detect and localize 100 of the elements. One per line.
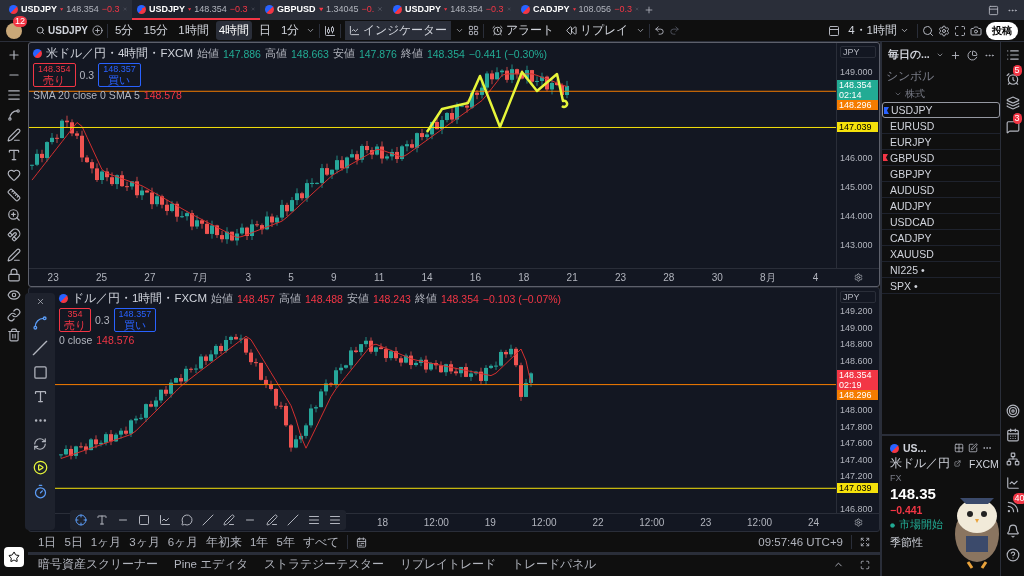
comment-icon[interactable] [180,514,193,526]
layers-icon[interactable] [1005,96,1020,110]
refresh-icon[interactable] [33,437,47,451]
watchlist-title[interactable]: 毎日の... [888,48,930,62]
trash-icon[interactable] [7,328,21,342]
edit-icon[interactable] [968,443,978,453]
candlestick-icon[interactable] [324,24,337,37]
chevron-down-icon[interactable] [455,26,465,35]
text-icon[interactable] [7,148,21,162]
watchlist-row[interactable]: SPX • [882,278,1000,294]
add-symbol-icon[interactable] [92,25,103,36]
watchlist-row[interactable]: AUDJPY [882,198,1000,214]
line-icon[interactable] [32,340,48,356]
watchlist-row[interactable]: GBPUSD [882,150,1000,166]
lines-icon[interactable] [7,88,21,102]
favorites-button[interactable] [4,547,24,567]
sell-button[interactable]: 354 売り [59,308,91,332]
chevron-down-icon[interactable] [306,26,316,35]
magnet-icon[interactable] [7,228,21,242]
watchlist-row[interactable]: CADJPY [882,230,1000,246]
interval-button[interactable]: 15分 [140,21,172,40]
grid-icon[interactable] [468,25,480,36]
timer-icon[interactable] [32,484,48,499]
watchlist-row[interactable]: GBPJPY [882,166,1000,182]
panel-tab[interactable]: Pine エディタ [174,557,249,572]
range-button[interactable]: 年初来 [206,534,243,550]
calendar-icon[interactable] [1005,428,1020,442]
eye-icon[interactable] [7,288,21,302]
panel-tab[interactable]: 暗号資産スクリーナー [38,557,158,572]
buy-button[interactable]: 148.357 買い [113,308,157,332]
watchlist-row[interactable]: USDCAD [882,214,1000,230]
layout-icon[interactable] [828,24,841,37]
curve-icon[interactable] [32,315,48,331]
currency-dropdown[interactable]: JPY [840,46,876,58]
fib-icon[interactable] [308,514,320,526]
interval-button[interactable]: 1時間 [175,21,212,40]
panel-tab[interactable]: リプレイトレード [400,557,497,572]
range-button[interactable]: すべて [302,534,339,550]
line-icon[interactable] [201,514,214,526]
watchlist-row[interactable]: XAUUSD [882,246,1000,262]
interval-button[interactable]: 4時間 [215,21,253,40]
heart-icon[interactable] [7,168,21,182]
date-range-icon[interactable] [355,536,367,548]
crosshair-icon[interactable] [74,514,87,526]
bell-icon[interactable] [1005,524,1020,538]
range-button[interactable]: 6ヶ月 [167,534,199,550]
range-button[interactable]: 1ヶ月 [90,534,122,550]
expand-icon[interactable] [860,537,870,547]
panel-tab[interactable]: ストラテジーテスター [264,557,385,572]
range-button[interactable]: 1日 [38,534,57,550]
brush-icon[interactable] [7,128,21,142]
range-button[interactable]: 5日 [64,534,83,550]
watchlist-row[interactable]: AUDUSD [882,182,1000,198]
text-icon[interactable] [95,514,108,526]
crosshair-icon[interactable] [7,48,21,62]
range-button[interactable]: 5年 [276,534,295,550]
play-icon[interactable] [32,460,48,475]
chevron-down-icon[interactable] [935,51,944,59]
indicators-button[interactable]: インジケーター [345,21,452,40]
watchlist-icon[interactable] [1005,48,1020,62]
chart-icon[interactable] [1005,476,1020,490]
path-icon[interactable] [159,514,172,526]
symbol-tab[interactable]: USDJPY 148.354 −0.3 [388,0,516,20]
interval-button[interactable]: 1分 [278,21,303,40]
pattern-icon[interactable] [7,108,21,122]
sell-button[interactable]: 148.354 売り [33,63,76,87]
link-icon[interactable] [7,308,21,322]
watchlist-row[interactable]: USDJPY [882,102,1000,118]
pen-icon[interactable] [265,514,278,526]
external-link-icon[interactable] [954,460,961,467]
watchlist-row[interactable]: EURJPY [882,134,1000,150]
add-icon[interactable] [949,49,961,61]
grid-icon[interactable] [954,443,964,453]
rectangle-icon[interactable] [32,365,48,380]
search-icon[interactable] [922,24,934,37]
undo-icon[interactable] [654,25,666,36]
chevron-down-icon[interactable] [636,26,646,35]
chat-icon[interactable] [1005,120,1020,134]
symbol-tab[interactable]: GBPUSD 1.34045 −0. [260,0,388,20]
pie-chart-icon[interactable] [966,49,978,61]
levels-icon[interactable] [329,514,342,526]
help-icon[interactable] [1005,548,1020,562]
avatar[interactable] [6,22,22,39]
ray-icon[interactable] [286,514,299,526]
network-icon[interactable] [1005,452,1020,466]
range-button[interactable]: 3ヶ月 [129,534,160,550]
text-icon[interactable] [32,389,48,404]
maximize-icon[interactable] [860,559,870,570]
symbol-tab[interactable]: USDJPY 148.354 −0.3 [132,0,260,20]
camera-icon[interactable] [970,24,982,37]
publish-button[interactable]: 投稿 [986,21,1018,40]
target-icon[interactable] [1005,404,1020,418]
layout-button[interactable]: 4・1時間 [844,21,913,40]
settings-icon[interactable] [938,24,950,37]
watchlist-row[interactable]: EURUSD [882,118,1000,134]
lock-icon[interactable] [7,268,21,282]
replay-button[interactable]: リプレイ [562,21,633,40]
symbol-search[interactable]: USDJPY [36,25,88,36]
section-header[interactable]: 株式 [882,85,1000,102]
feed-icon[interactable] [1005,500,1020,514]
